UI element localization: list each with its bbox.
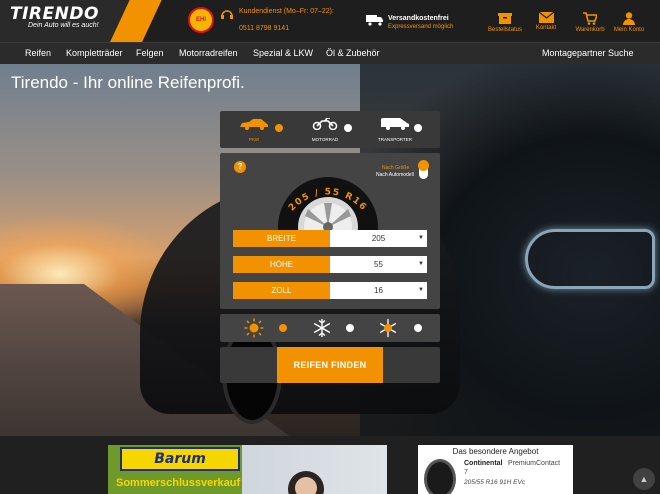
promo-text: Sommerschlussverkauf <box>116 477 241 489</box>
nav-item-motorradreifen[interactable]: Motorradreifen <box>179 48 238 58</box>
nav-item-felgen[interactable]: Felgen <box>136 48 164 58</box>
header-bar: TIRENDO Dein Auto will es auch! EHI Kund… <box>0 0 660 42</box>
vehicle-radio-pkw[interactable] <box>275 124 283 132</box>
logo-text: TIRENDO <box>10 4 99 24</box>
vehicle-radio-motorrad[interactable] <box>344 124 352 132</box>
field-breite: BREITE 205 ▼ <box>233 230 427 247</box>
nav-item-spezial-lkw[interactable]: Spezial & LKW <box>253 48 313 58</box>
zoll-value: 16 <box>374 286 383 295</box>
vehicle-type-selector: PKW MOTORRAD TRANSPORTER <box>220 111 440 148</box>
chevron-down-icon: ▼ <box>418 235 424 241</box>
season-selector <box>220 314 440 342</box>
cart-icon <box>583 12 597 25</box>
ehi-badge-label: EHI <box>195 17 206 23</box>
sun-icon[interactable] <box>244 318 264 338</box>
vehicle-label-transporter: TRANSPORTER <box>378 137 412 142</box>
van-icon <box>381 118 409 130</box>
snowflake-icon[interactable] <box>312 318 332 338</box>
shipping-subtitle: Expressversand möglich <box>388 24 454 30</box>
account-button[interactable]: Mein Konto <box>604 12 654 33</box>
field-breite-label: BREITE <box>233 230 330 247</box>
logo[interactable]: TIRENDO Dein Auto will es auch! <box>0 0 180 42</box>
nav-item-reifen[interactable]: Reifen <box>25 48 51 58</box>
zoll-select[interactable]: 16 ▼ <box>330 282 427 299</box>
hoehe-value: 55 <box>374 260 383 269</box>
package-icon <box>498 13 512 24</box>
user-icon <box>623 12 635 25</box>
logo-slogan: Dein Auto will es auch! <box>28 22 99 29</box>
field-zoll: ZOLL 16 ▼ <box>233 282 427 299</box>
headset-icon <box>221 10 233 19</box>
barum-logo: Barum <box>120 447 240 471</box>
truck-icon <box>366 15 383 26</box>
nav-item-komplettraeder[interactable]: Kompletträder <box>66 48 123 58</box>
nav-item-montagepartner[interactable]: Montagepartner Suche <box>542 48 634 58</box>
special-offer-card[interactable]: Das besondere Angebot Continental Premiu… <box>418 445 573 494</box>
vehicle-label-motorrad: MOTORRAD <box>311 137 339 142</box>
sun-snow-icon[interactable] <box>378 318 398 338</box>
ehi-badge-icon[interactable]: EHI <box>188 7 214 33</box>
search-actions: REIFEN FINDEN <box>220 347 440 383</box>
field-hoehe: HÖHE 55 ▼ <box>233 256 427 273</box>
motorcycle-icon <box>312 117 338 131</box>
main-nav: Reifen Kompletträder Felgen Motorradreif… <box>0 42 660 64</box>
chevron-down-icon: ▼ <box>418 261 424 267</box>
vehicle-label-pkw: PKW <box>248 137 260 142</box>
content-area: Barum Sommerschlussverkauf Das besondere… <box>0 436 660 494</box>
offer-size: 205/55 R16 91H EVc <box>464 479 526 486</box>
tire-illustration-icon: 205 / 55 R16 <box>278 177 378 234</box>
contact-button[interactable]: Kontakt <box>521 12 571 31</box>
field-zoll-label: ZOLL <box>233 282 330 299</box>
service-hours: Kundendienst (Mo–Fr: 07–22): <box>239 8 334 15</box>
hero-title: Tirendo - Ihr online Reifenprofi. <box>11 73 245 92</box>
scroll-up-icon[interactable]: ▲ <box>633 468 655 490</box>
service-phone[interactable]: 0511 8798 9141 <box>239 25 289 32</box>
offer-title: Das besondere Angebot <box>452 447 539 456</box>
offer-tire-image <box>424 459 456 494</box>
tire-size-panel: ? Nach Größe Nach Automodell 205 / 55 R1… <box>220 153 440 309</box>
nav-item-oel-zubehoer[interactable]: Öl & Zubehör <box>326 48 380 58</box>
chevron-down-icon: ▼ <box>418 287 424 293</box>
promo-banner[interactable]: Barum Sommerschlussverkauf <box>108 445 387 494</box>
offer-brand: Continental <box>464 460 503 467</box>
search-mode-toggle[interactable] <box>418 160 429 179</box>
shipping-title: Versandkostenfrei <box>388 15 449 22</box>
breite-select[interactable]: 205 ▼ <box>330 230 427 247</box>
vehicle-radio-transporter[interactable] <box>414 124 422 132</box>
offer-model: PremiumContact <box>508 460 561 467</box>
car-icon <box>240 119 268 130</box>
promo-person-face <box>295 477 317 494</box>
season-radio-summer[interactable] <box>279 324 287 332</box>
season-radio-allseason[interactable] <box>414 324 422 332</box>
mail-icon <box>538 12 554 23</box>
find-tires-button[interactable]: REIFEN FINDEN <box>277 347 383 383</box>
barum-logo-text: Barum <box>154 451 206 467</box>
contact-label: Kontakt <box>535 25 557 31</box>
breite-value: 205 <box>371 234 386 243</box>
field-hoehe-label: HÖHE <box>233 256 330 273</box>
help-icon[interactable]: ? <box>234 161 246 173</box>
account-label: Mein Konto <box>613 27 645 33</box>
hoehe-select[interactable]: 55 ▼ <box>330 256 427 273</box>
hero-car-headlight <box>525 229 655 289</box>
offer-model-number: 7 <box>464 469 468 476</box>
season-radio-winter[interactable] <box>346 324 354 332</box>
